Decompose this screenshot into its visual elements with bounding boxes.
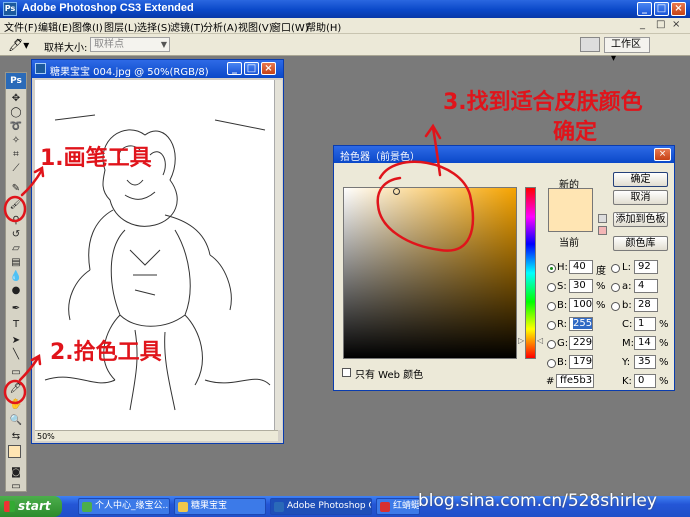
folder-icon: [178, 502, 188, 512]
ie-icon: [82, 502, 92, 512]
step1-arrow: [20, 165, 45, 197]
brush-tool-highlight-circle: [3, 195, 27, 223]
app-icon-red: [380, 502, 390, 512]
annotation-overlay: [3, 123, 475, 405]
taskbar-item-photoshop[interactable]: Adobe Photoshop C...: [270, 498, 372, 515]
watermark: blog.sina.com.cn/528shirley: [418, 491, 657, 511]
step2-arrow: [18, 353, 42, 382]
eyedropper-tool-highlight-circle: [3, 379, 27, 405]
taskbar-item-folder[interactable]: 糖果宝宝: [174, 498, 266, 515]
taskbar-item-other[interactable]: 红蜻蜓...: [376, 498, 420, 515]
start-button[interactable]: start: [0, 496, 62, 517]
step3-arrow: [424, 123, 442, 177]
taskbar-item-personal-center[interactable]: 个人中心_缘宝公...: [78, 498, 170, 515]
step3-annotation-line1: 3.找到适合皮肤颜色: [443, 90, 643, 115]
step1-annotation: 1.画笔工具: [40, 146, 152, 171]
photoshop-icon: [274, 502, 284, 512]
step2-annotation: 2.拾色工具: [50, 340, 162, 365]
windows-logo-icon: [4, 501, 15, 512]
step3-annotation-line2: 确定: [553, 120, 598, 145]
color-region-highlight: [376, 160, 475, 252]
